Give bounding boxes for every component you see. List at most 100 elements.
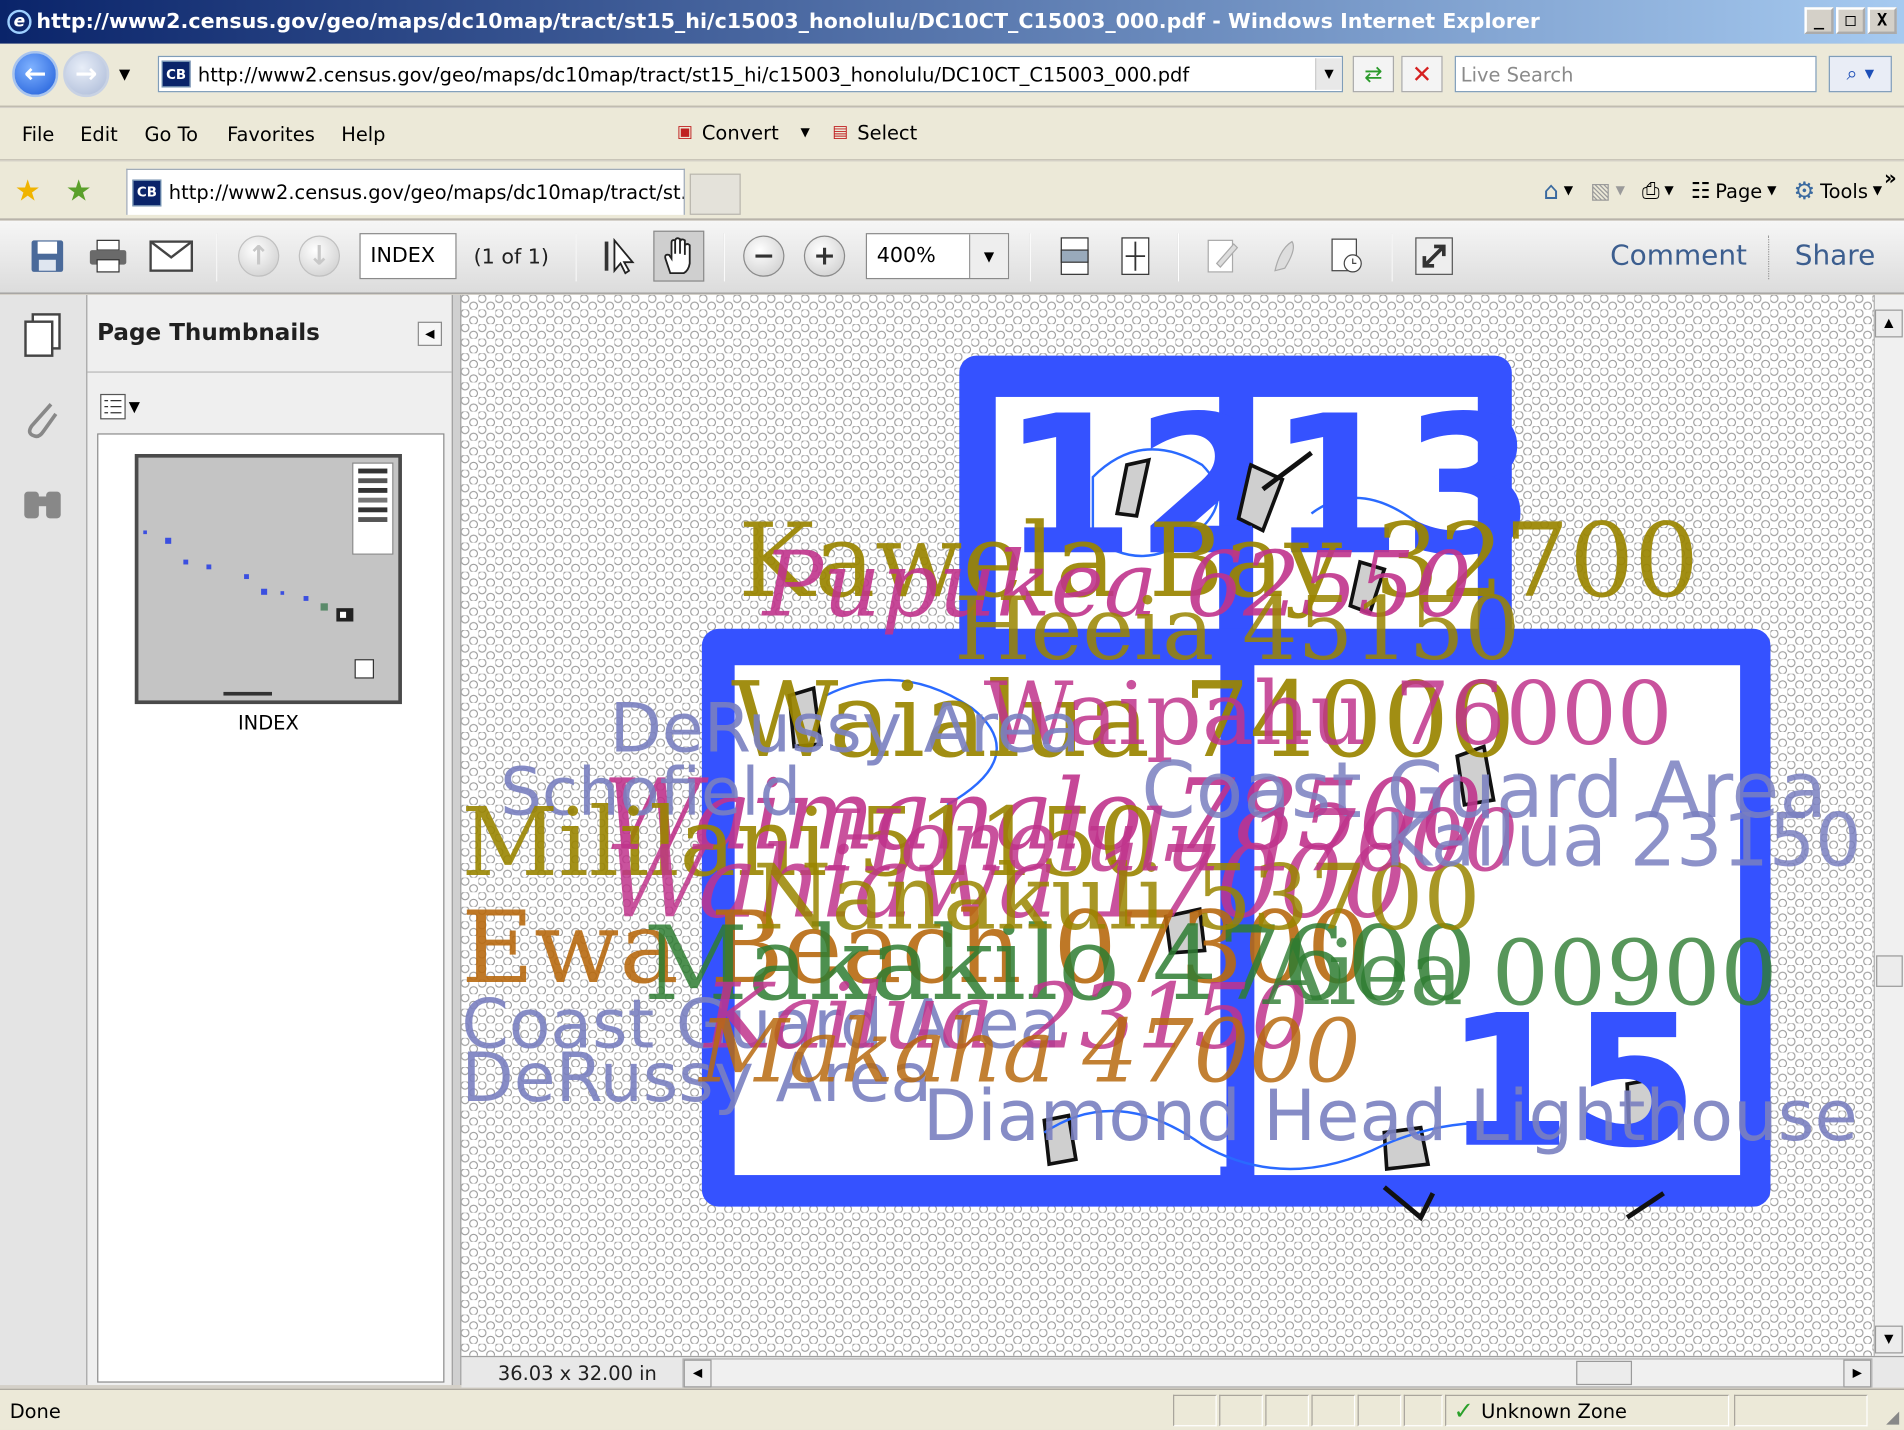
scroll-down-arrow[interactable]: ▼ xyxy=(1874,1325,1903,1354)
scroll-up-arrow[interactable]: ▲ xyxy=(1874,309,1903,338)
signature-pen-icon[interactable] xyxy=(1263,233,1309,279)
pdf-document-view[interactable]: 1213 15 Kawela Bay 32700 Pupukea 62550 H… xyxy=(461,294,1874,1356)
email-icon[interactable] xyxy=(148,233,194,279)
collapse-panel-button[interactable]: ◀ xyxy=(417,321,443,346)
page-menu-label: Page xyxy=(1715,179,1763,203)
scroll-right-arrow[interactable]: ▶ xyxy=(1843,1359,1872,1388)
stop-button[interactable]: ✕ xyxy=(1401,55,1443,93)
toolbar-separator xyxy=(1391,233,1393,282)
panel-splitter[interactable] xyxy=(451,294,462,1386)
print-icon[interactable] xyxy=(85,233,131,279)
tools-menu[interactable]: ⚙ Tools ▼ xyxy=(1793,176,1882,205)
status-panel xyxy=(1173,1394,1217,1427)
address-toolbar: ← → ▼ CB http://www2.census.gov/geo/maps… xyxy=(0,43,1904,107)
convert-button[interactable]: ▣ Convert ▼ xyxy=(673,120,810,144)
convert-pdf-icon: ▣ xyxy=(676,122,693,143)
menu-edit[interactable]: Edit xyxy=(80,123,118,146)
zoom-in-icon[interactable]: + xyxy=(803,235,846,277)
thumbnail-label: INDEX xyxy=(237,711,299,735)
zoom-value: 400% xyxy=(876,243,936,269)
toolbar-separator xyxy=(575,233,577,282)
select-pdf-icon: ▤ xyxy=(832,122,849,143)
browser-status-bar: Done ✓ Unknown Zone ◢ xyxy=(0,1388,1904,1430)
toolbar-separator xyxy=(1768,235,1770,280)
menu-go-to[interactable]: Go To xyxy=(145,123,199,146)
document-clock-icon[interactable] xyxy=(1324,233,1370,279)
select-button[interactable]: ▤ Select xyxy=(828,120,917,144)
browser-tab[interactable]: CB http://www2.census.gov/geo/maps/dc10m… xyxy=(126,168,685,215)
rss-feed-icon: ▧ xyxy=(1590,177,1611,204)
zoom-level-input[interactable]: 400% ▼ xyxy=(865,233,1010,280)
maximize-button[interactable]: □ xyxy=(1836,7,1866,34)
toolbar-separator xyxy=(1177,233,1180,282)
toolbar-overflow-chevron[interactable]: » xyxy=(1884,166,1897,189)
menu-favorites[interactable]: Favorites xyxy=(227,123,315,146)
refresh-button[interactable]: ⇄ xyxy=(1352,55,1395,93)
scroll-left-arrow[interactable]: ◀ xyxy=(683,1359,712,1388)
window-title: http://www2.census.gov/geo/maps/dc10map/… xyxy=(36,9,1541,34)
new-tab-button[interactable] xyxy=(689,173,741,215)
home-button[interactable]: ⌂ ▼ xyxy=(1544,176,1574,205)
menu-help[interactable]: Help xyxy=(341,123,385,146)
toolbar-separator xyxy=(723,233,725,282)
checkmark-icon: ✓ xyxy=(1453,1395,1474,1426)
map-label: Kailua 23150 xyxy=(1384,799,1861,884)
address-bar[interactable]: CB http://www2.census.gov/geo/maps/dc10m… xyxy=(157,55,1344,93)
fit-width-icon[interactable] xyxy=(1052,233,1098,279)
comment-pane-button[interactable]: Comment xyxy=(1610,240,1747,272)
recent-pages-dropdown[interactable]: ▼ xyxy=(119,66,130,83)
next-page-icon[interactable]: ↓ xyxy=(298,235,341,277)
previous-page-icon[interactable]: ↑ xyxy=(238,235,280,277)
page-number-input[interactable]: INDEX xyxy=(359,233,457,280)
status-panel xyxy=(1219,1394,1263,1427)
minimize-button[interactable]: _ xyxy=(1804,7,1834,34)
share-pane-button[interactable]: Share xyxy=(1795,240,1876,272)
print-button[interactable]: ⎙ ▼ xyxy=(1642,178,1674,203)
back-button[interactable]: ← xyxy=(12,50,59,98)
search-binoculars-icon[interactable] xyxy=(19,482,65,528)
tab-title: http://www2.census.gov/geo/maps/dc10map/… xyxy=(168,180,684,204)
select-cursor-icon[interactable] xyxy=(595,233,641,279)
panel-title: Page Thumbnails xyxy=(97,319,320,346)
close-button[interactable]: X xyxy=(1867,7,1897,34)
vertical-scroll-thumb[interactable] xyxy=(1876,955,1903,987)
ie-logo-icon: e xyxy=(7,9,32,34)
add-favorite-icon[interactable]: ★ xyxy=(66,174,92,208)
feeds-button[interactable]: ▧ ▼ xyxy=(1590,178,1625,203)
full-screen-icon[interactable] xyxy=(1411,233,1457,279)
favorites-bar: ★ ★ CB http://www2.census.gov/geo/maps/d… xyxy=(0,161,1904,220)
document-status-bar: 36.03 x 32.00 in ◀ ▶ xyxy=(461,1355,1904,1388)
site-favicon-icon: CB xyxy=(161,60,191,88)
status-panel xyxy=(1311,1394,1356,1427)
favorites-star-icon[interactable]: ★ xyxy=(15,174,41,208)
status-panel xyxy=(1734,1394,1868,1427)
gear-icon: ⚙ xyxy=(1793,176,1816,206)
zoom-out-icon[interactable]: − xyxy=(743,235,785,277)
horizontal-scrollbar[interactable]: ◀ ▶ xyxy=(682,1358,1873,1388)
menu-file[interactable]: File xyxy=(22,123,55,146)
page-thumbnails-icon[interactable] xyxy=(22,312,63,363)
security-zone[interactable]: ✓ Unknown Zone xyxy=(1445,1394,1730,1427)
convert-dropdown-icon[interactable]: ▼ xyxy=(801,126,810,139)
convert-label: Convert xyxy=(701,120,779,144)
hand-tool-icon[interactable] xyxy=(653,230,705,282)
address-dropdown-button[interactable]: ▼ xyxy=(1315,58,1342,90)
page-menu[interactable]: ☷ Page ▼ xyxy=(1691,178,1777,203)
page-thumbnails-panel: Page Thumbnails ◀ ▼ INDEX xyxy=(87,294,452,1386)
horizontal-scroll-thumb[interactable] xyxy=(1576,1360,1633,1386)
vertical-scrollbar[interactable]: ▲ ▼ xyxy=(1873,294,1904,1356)
thumbnail-options-button[interactable]: ▼ xyxy=(100,390,149,424)
resize-grip-icon[interactable]: ◢ xyxy=(1886,1408,1899,1427)
forward-button[interactable]: → xyxy=(63,50,110,98)
attachments-paperclip-icon[interactable] xyxy=(22,397,63,448)
search-input[interactable]: Live Search xyxy=(1454,55,1817,93)
page-thumbnail[interactable] xyxy=(134,453,402,705)
window-controls: _ □ X xyxy=(1804,7,1897,34)
address-url[interactable]: http://www2.census.gov/geo/maps/dc10map/… xyxy=(198,63,1315,86)
zoom-dropdown-icon[interactable]: ▼ xyxy=(969,234,1008,278)
search-button[interactable]: ⌕ ▼ xyxy=(1828,55,1892,93)
status-text: Done xyxy=(9,1399,61,1423)
fit-page-icon[interactable] xyxy=(1112,233,1158,279)
save-icon[interactable] xyxy=(24,233,70,279)
sign-document-icon[interactable] xyxy=(1200,233,1246,279)
